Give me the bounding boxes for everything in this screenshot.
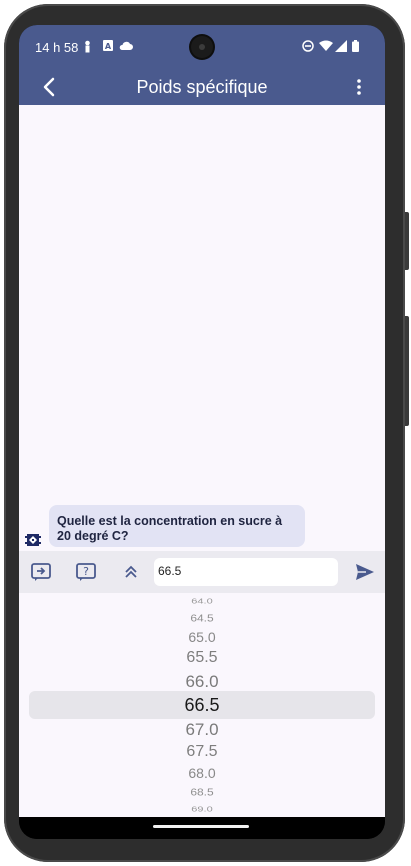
picker-value[interactable]: 64.5 <box>19 613 385 623</box>
page-title: Poids spécifique <box>136 77 268 97</box>
person-icon <box>83 40 92 56</box>
insert-answer-icon[interactable] <box>29 560 53 584</box>
screen: 14 h 58 A Poids spécifique Quelle est la… <box>19 25 385 839</box>
cloud-icon <box>119 40 133 54</box>
number-picker[interactable]: 64.0 64.5 65.0 65.5 66.0 66.5 67.0 67.5 68.0 68.5… <box>19 593 385 817</box>
question-bubble: Quelle est la concentration en sucre à 2… <box>49 505 305 547</box>
picker-value[interactable]: 65.5 <box>19 650 385 666</box>
picker-value[interactable]: 66.0 <box>19 673 385 690</box>
expand-up-icon[interactable] <box>119 560 143 584</box>
svg-text:A: A <box>105 42 112 51</box>
more-vert-icon[interactable] <box>353 75 365 99</box>
signal-icon <box>335 40 347 55</box>
front-camera <box>191 36 213 58</box>
picker-value[interactable]: 69.0 <box>19 805 385 813</box>
power-button <box>405 212 409 270</box>
volume-button <box>405 316 409 426</box>
font-badge-icon: A <box>103 40 113 54</box>
picker-selected-value[interactable]: 66.5 <box>19 696 385 714</box>
picker-value[interactable]: 64.0 <box>19 597 385 605</box>
bot-avatar-icon <box>25 532 41 548</box>
answer-input[interactable]: 66.5 <box>154 558 338 586</box>
picker-value[interactable]: 68.0 <box>19 766 385 780</box>
home-handle[interactable] <box>153 825 249 828</box>
picker-value[interactable]: 67.5 <box>19 744 385 760</box>
send-icon[interactable] <box>353 560 377 584</box>
chat-area: Quelle est la concentration en sucre à 2… <box>19 105 385 551</box>
dnd-icon <box>302 40 314 55</box>
app-bar: Poids spécifique <box>19 69 385 105</box>
help-question-icon[interactable]: ? <box>74 560 98 584</box>
battery-icon <box>352 40 359 55</box>
picker-value[interactable]: 68.5 <box>19 787 385 797</box>
navigation-bar <box>19 817 385 839</box>
answer-input-bar: ? 66.5 <box>19 551 385 593</box>
picker-value[interactable]: 67.0 <box>19 721 385 738</box>
picker-value[interactable]: 65.0 <box>19 630 385 644</box>
status-bar: 14 h 58 A <box>19 25 385 69</box>
status-time: 14 h 58 <box>35 40 79 55</box>
svg-text:?: ? <box>83 565 89 578</box>
wifi-icon <box>319 40 333 55</box>
